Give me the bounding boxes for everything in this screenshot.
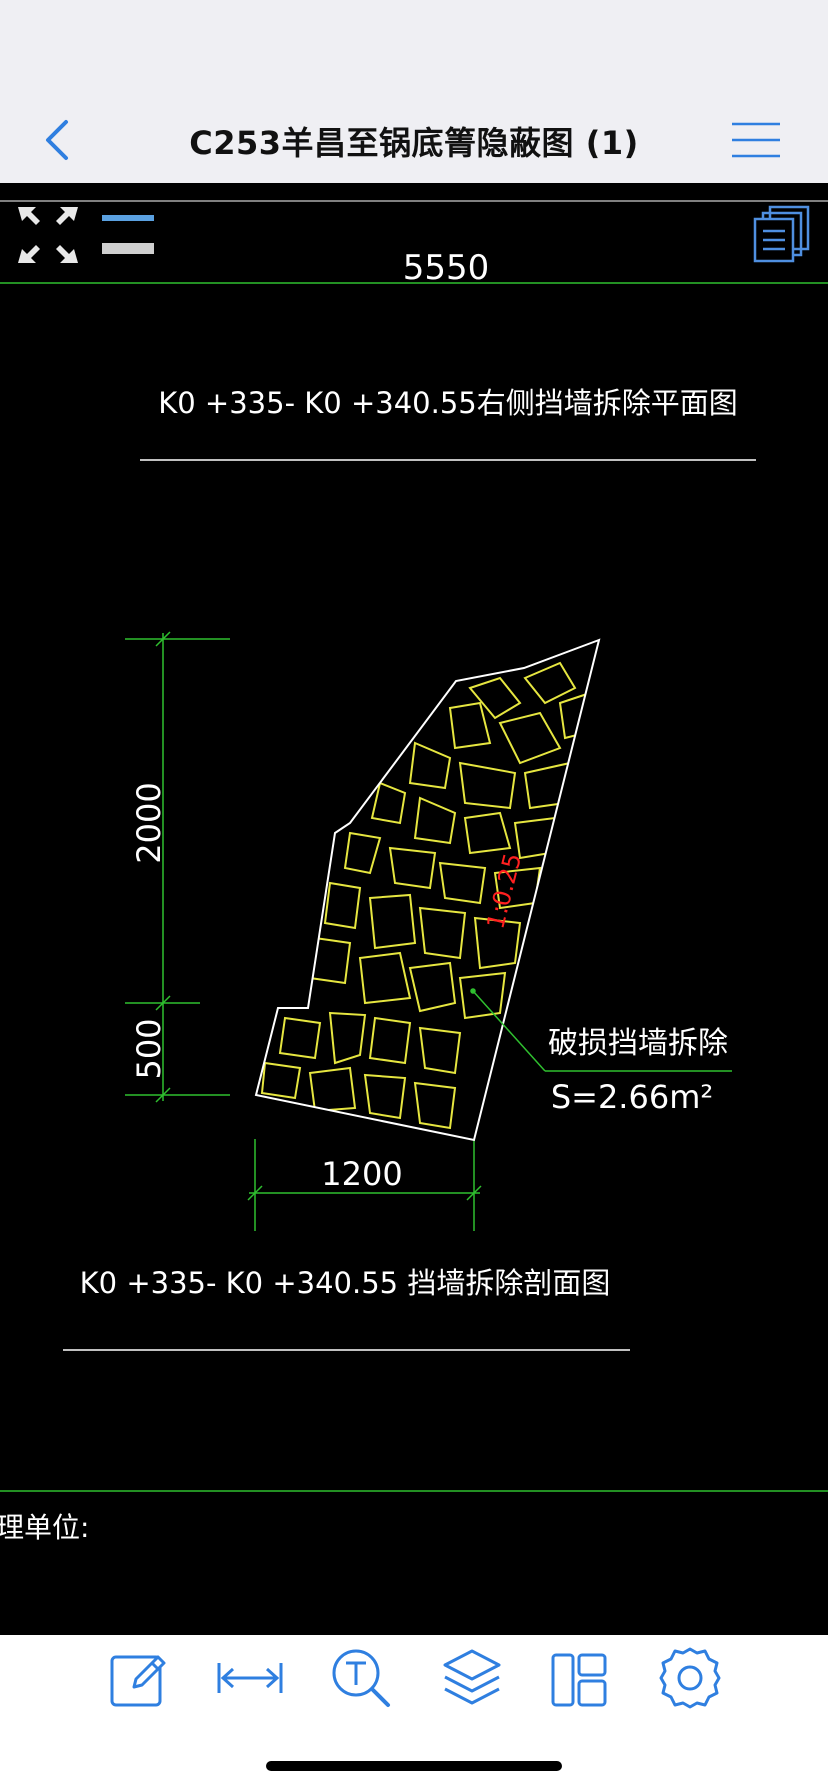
annotation-damaged-wall-text: 破损挡墙拆除 <box>548 1026 728 1061</box>
text-search-icon[interactable] <box>326 1643 396 1713</box>
cad-drawing: 5550 K0 +335- K0 +340.55右侧挡墙拆除平面图 2000 5… <box>0 200 828 1544</box>
section-title-text: K0 +335- K0 +340.55 挡墙拆除剖面图 <box>80 1266 611 1300</box>
home-indicator <box>266 1761 562 1771</box>
layers-icon[interactable] <box>437 1643 507 1713</box>
navigation-bar: C253羊昌至锅底箐隐蔽图 (1) <box>0 0 828 183</box>
slope-label-text: 1:0.25 <box>481 850 527 931</box>
document-list-icon[interactable] <box>753 205 810 263</box>
pencil-edit-icon[interactable] <box>104 1643 174 1713</box>
measure-distance-icon[interactable] <box>215 1643 285 1713</box>
layer-toggle-icon[interactable] <box>102 215 154 254</box>
hamburger-menu-icon[interactable] <box>730 120 782 160</box>
annotation-area-text: S=2.66m² <box>551 1078 713 1116</box>
rubble-stone-pattern <box>260 661 592 1130</box>
dimension-500-text: 500 <box>130 1018 168 1079</box>
bottom-toolbar <box>0 1635 828 1792</box>
dimension-2000-text: 2000 <box>130 782 168 863</box>
layout-icon[interactable] <box>545 1643 615 1713</box>
cad-drawing-canvas[interactable]: 5550 K0 +335- K0 +340.55右侧挡墙拆除平面图 2000 5… <box>0 183 828 1635</box>
plan-title-text: K0 +335- K0 +340.55右侧挡墙拆除平面图 <box>158 386 737 420</box>
expand-view-icon[interactable] <box>18 207 78 263</box>
dimension-1200-text: 1200 <box>321 1155 402 1193</box>
supervision-unit-partial-text: 理单位: <box>0 1511 89 1544</box>
page-title: C253羊昌至锅底箐隐蔽图 (1) <box>189 124 639 162</box>
settings-gear-icon[interactable] <box>655 1643 725 1713</box>
wall-outline <box>254 638 601 1142</box>
chevron-left-icon[interactable] <box>38 118 78 162</box>
top-dimension-text: 5550 <box>403 248 490 288</box>
